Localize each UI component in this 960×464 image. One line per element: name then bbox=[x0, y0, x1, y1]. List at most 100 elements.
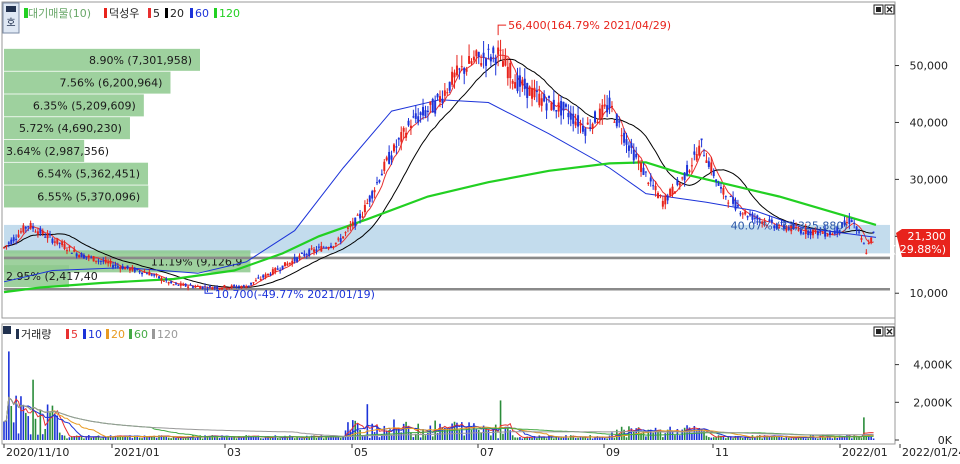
volume-bar bbox=[228, 437, 231, 440]
candle-body bbox=[455, 65, 458, 76]
volume-bar bbox=[727, 437, 730, 440]
candle-body bbox=[736, 205, 739, 207]
volume-tick-label: 2,000K bbox=[913, 396, 952, 409]
candle-body bbox=[828, 232, 831, 236]
volume-bar bbox=[56, 415, 59, 440]
candle-body bbox=[417, 116, 420, 123]
volume-bar bbox=[85, 437, 88, 440]
volume-restore-icon[interactable] bbox=[873, 326, 884, 337]
candle-body bbox=[531, 87, 534, 99]
candle-body bbox=[724, 196, 727, 198]
candle-body bbox=[802, 233, 805, 235]
volume-bar bbox=[182, 438, 185, 440]
volume-bar bbox=[560, 437, 562, 440]
volume-bar bbox=[356, 423, 359, 440]
candle-body bbox=[749, 213, 752, 216]
candle-body bbox=[237, 286, 240, 288]
candle-body bbox=[557, 102, 560, 112]
candle-body bbox=[138, 271, 141, 273]
candle-body bbox=[196, 285, 199, 287]
volume-bar bbox=[424, 435, 427, 440]
candle-body bbox=[211, 288, 214, 290]
candle-body bbox=[821, 232, 824, 234]
candle-body bbox=[330, 245, 332, 248]
volume-bar bbox=[61, 435, 63, 440]
volume-bar bbox=[279, 438, 281, 440]
volume-bar bbox=[565, 435, 567, 440]
candle-body bbox=[620, 135, 623, 137]
volume-bar bbox=[594, 437, 596, 440]
volume-close-icon[interactable] bbox=[884, 326, 895, 337]
candle-body bbox=[346, 227, 349, 229]
candle-body bbox=[315, 249, 318, 252]
volume-bar bbox=[817, 438, 819, 440]
candle-body bbox=[591, 123, 594, 130]
candle-body bbox=[422, 106, 425, 116]
candle-body bbox=[703, 155, 706, 157]
candle-body bbox=[734, 200, 737, 210]
candle-body bbox=[128, 267, 131, 271]
volume-profile-label: 7.56% (6,200,964) bbox=[59, 77, 162, 90]
candle-body bbox=[516, 75, 519, 92]
candle-body bbox=[647, 182, 650, 184]
volume-bar bbox=[543, 437, 545, 440]
volume-bar bbox=[814, 437, 817, 440]
volume-bar bbox=[788, 437, 790, 440]
volume-bar bbox=[843, 437, 846, 440]
volume-bar bbox=[606, 438, 608, 440]
volume-bar bbox=[259, 438, 262, 440]
candle-body bbox=[68, 246, 71, 248]
candle-body bbox=[446, 92, 449, 94]
candle-body bbox=[32, 226, 35, 229]
chart-canvas[interactable]: 8.90% (7,301,958) 7.56% (6,200,964) 6.35% … bbox=[0, 0, 960, 460]
candle-body bbox=[53, 241, 56, 243]
candle-body bbox=[746, 216, 749, 218]
volume-tick-label: 4,000K bbox=[913, 359, 952, 372]
volume-bar bbox=[775, 436, 778, 440]
candle-body bbox=[610, 105, 613, 108]
legend-item-vol20: 20 bbox=[111, 328, 125, 341]
candle-body bbox=[179, 283, 182, 286]
candle-body bbox=[310, 248, 313, 250]
candle-body bbox=[412, 116, 415, 118]
volume-bar bbox=[141, 438, 143, 440]
restore-icon[interactable] bbox=[873, 4, 884, 15]
candle-body bbox=[114, 264, 117, 266]
volume-bar bbox=[662, 437, 664, 440]
volume-bar bbox=[102, 437, 105, 440]
candle-body bbox=[630, 142, 633, 148]
candle-body bbox=[356, 214, 359, 216]
candle-body bbox=[385, 157, 388, 161]
volume-bar bbox=[557, 437, 560, 440]
candle-body bbox=[279, 269, 282, 271]
last-price-value: 21,300 bbox=[908, 230, 947, 243]
candle-body bbox=[567, 113, 570, 118]
candle-body bbox=[409, 125, 412, 129]
volume-bar bbox=[150, 437, 153, 440]
volume-bar bbox=[138, 437, 141, 440]
candle-body bbox=[707, 161, 710, 167]
candle-body bbox=[10, 239, 13, 245]
candle-body bbox=[744, 211, 747, 215]
close-icon[interactable] bbox=[884, 4, 895, 15]
candle-body bbox=[65, 250, 68, 252]
candle-body bbox=[150, 274, 153, 276]
volume-bar bbox=[620, 426, 623, 440]
candle-body bbox=[102, 260, 105, 262]
volume-bar bbox=[301, 438, 303, 440]
candle-body bbox=[608, 97, 611, 109]
volume-bar bbox=[66, 438, 68, 440]
settings-corner-icon[interactable]: 호 bbox=[2, 2, 20, 34]
volume-bar bbox=[240, 437, 243, 440]
volume-bar bbox=[715, 437, 717, 440]
candle-body bbox=[337, 238, 340, 240]
volume-bar bbox=[679, 435, 681, 440]
candle-body bbox=[594, 111, 597, 123]
candle-body bbox=[136, 268, 139, 271]
candle-body bbox=[332, 246, 335, 248]
volume-bar bbox=[71, 436, 73, 440]
candle-body bbox=[535, 90, 538, 93]
candle-body bbox=[579, 123, 582, 126]
date-tick-label: 2021/01 bbox=[114, 446, 160, 459]
candle-body bbox=[274, 267, 277, 272]
